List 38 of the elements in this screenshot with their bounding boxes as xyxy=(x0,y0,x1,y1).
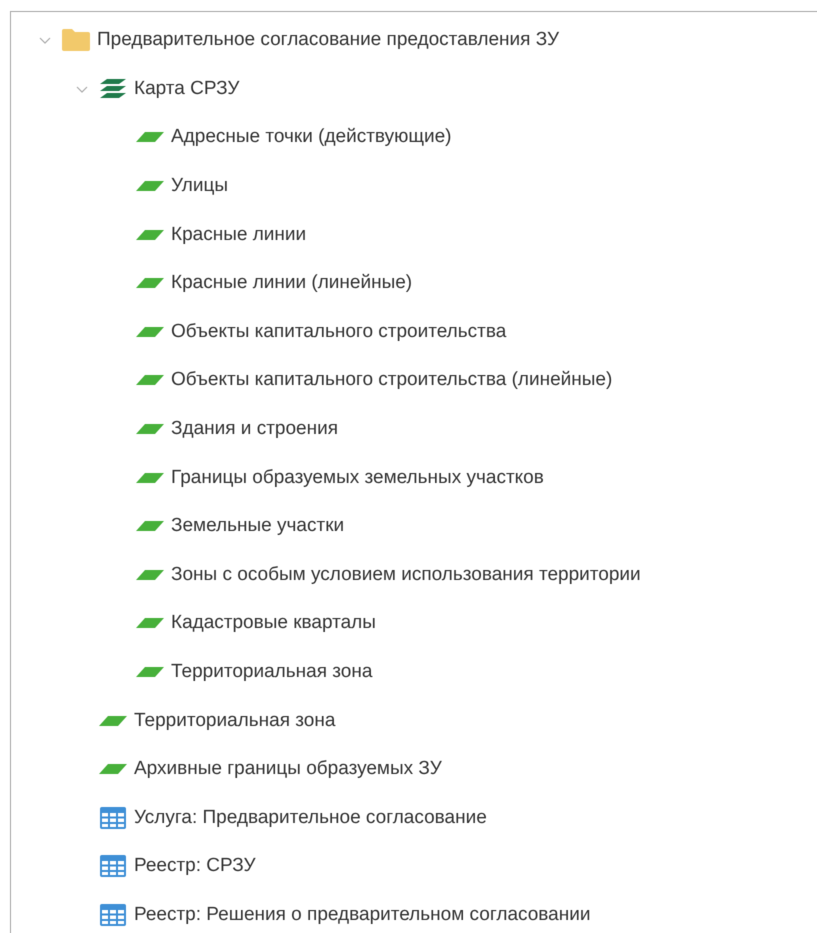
tree-item-label[interactable]: Земельные участки xyxy=(171,515,344,538)
polygon-layer-icon xyxy=(136,375,164,386)
polygon-layer-icon xyxy=(136,132,164,142)
tree-item-label[interactable]: Территориальная зона xyxy=(171,661,372,684)
tree-item-label[interactable]: Услуга: Предварительное согласование xyxy=(134,806,487,829)
polygon-layer-icon xyxy=(136,230,164,240)
tree-item-label[interactable]: Адресные точки (действующие) xyxy=(171,126,452,148)
polygon-layer-icon xyxy=(99,716,127,726)
polygon-layer-icon xyxy=(136,424,164,434)
tree-item-label[interactable]: Красные линии xyxy=(171,224,306,246)
table-icon xyxy=(99,806,127,830)
tree-item-label[interactable]: Объекты капитального строительства (линейные) xyxy=(171,369,612,392)
tree-item-label[interactable]: Улицы xyxy=(171,175,228,198)
tree-item-label[interactable]: Карта СРЗУ xyxy=(134,78,240,100)
tree-item-label[interactable]: Границы образуемых земельных участков xyxy=(171,466,544,489)
polygon-layer-icon xyxy=(136,667,164,678)
polygon-layer-icon xyxy=(136,326,164,337)
polygon-layer-icon xyxy=(99,764,127,774)
folder-icon xyxy=(61,28,91,52)
polygon-layer-icon xyxy=(136,181,164,192)
table-icon xyxy=(99,902,127,927)
polygon-layer-icon xyxy=(136,570,164,580)
tree-item-label[interactable]: Реестр: Решения о предварительном согласовании xyxy=(134,904,590,926)
table-icon xyxy=(99,854,127,878)
polygon-layer-icon xyxy=(136,618,164,628)
tree-item-label[interactable]: Кадастровые кварталы xyxy=(171,612,376,634)
tree-item-label[interactable]: Зоны с особым условием использования территории xyxy=(171,564,641,586)
tree-item-label[interactable]: Реестр: СРЗУ xyxy=(134,855,256,878)
layers-icon xyxy=(99,78,127,100)
tree-item-label[interactable]: Предварительное согласование предоставления ЗУ xyxy=(97,29,560,52)
tree-item-label[interactable]: Здания и строения xyxy=(171,418,338,440)
polygon-layer-icon xyxy=(136,521,164,532)
tree-item-label[interactable]: Красные линии (линейные) xyxy=(171,272,412,294)
polygon-layer-icon xyxy=(136,278,164,288)
tree-item-label[interactable]: Территориальная зона xyxy=(134,710,336,732)
tree-item-label[interactable]: Архивные границы образуемых ЗУ xyxy=(134,758,442,780)
tree-item-label[interactable]: Объекты капитального строительства xyxy=(171,320,506,343)
polygon-layer-icon xyxy=(136,472,164,483)
